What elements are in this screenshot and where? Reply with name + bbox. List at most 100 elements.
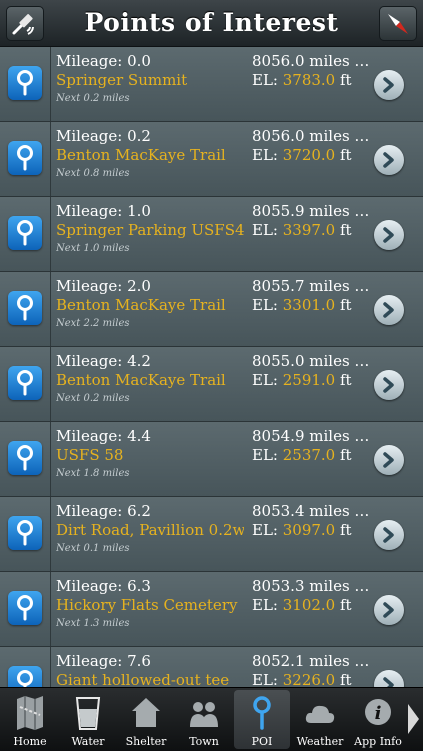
disclosure-button[interactable] (374, 220, 404, 250)
disclosure-button[interactable] (374, 70, 404, 100)
poi-name: Springer Summit (56, 71, 188, 89)
chevron-right-icon (383, 377, 394, 393)
poi-name: Hickory Flats Cemetery (56, 596, 238, 614)
poi-next-distance: Next 1.8 miles (56, 468, 130, 479)
poi-mileage: Mileage: 0.0 (56, 52, 151, 70)
poi-distance-away: 8054.9 miles away (252, 427, 376, 445)
poi-next-distance: Next 1.3 miles (56, 618, 130, 629)
elevation-unit: ft (335, 146, 352, 164)
poi-next-distance: Next 0.2 miles (56, 93, 130, 104)
poi-pin-icon (8, 366, 42, 400)
poi-next-distance: Next 1.0 miles (56, 243, 130, 254)
chevron-right-icon (383, 227, 394, 243)
poi-pin-icon (8, 141, 42, 175)
poi-distance-away: 8055.9 miles away (252, 202, 376, 220)
tab-home[interactable]: Home (2, 690, 58, 749)
poi-icon-cell (0, 647, 51, 687)
poi-pin-icon (8, 66, 42, 100)
disclosure-button[interactable] (374, 370, 404, 400)
poi-mileage: Mileage: 2.0 (56, 277, 151, 295)
tab-shelter[interactable]: Shelter (118, 690, 174, 749)
poi-row[interactable]: Mileage: 4.2 Benton MacKaye Trail Next 0… (0, 347, 423, 422)
poi-icon-cell (0, 422, 51, 496)
poi-row[interactable]: Mileage: 1.0 Springer Parking USFS42 Nex… (0, 197, 423, 272)
poi-pin-icon (8, 666, 42, 687)
elevation-value: 3097.0 (282, 521, 336, 539)
poi-pin-icon (8, 516, 42, 550)
tab-town[interactable]: Town (176, 690, 232, 749)
elevation-label: EL: (252, 146, 283, 164)
elevation-value: 2591.0 (282, 371, 336, 389)
elevation-value: 2537.0 (282, 446, 336, 464)
chevron-right-icon (383, 602, 394, 618)
disclosure-button[interactable] (374, 295, 404, 325)
disclosure-button[interactable] (374, 595, 404, 625)
elevation-label: EL: (252, 446, 283, 464)
poi-pin-icon (8, 216, 42, 250)
poi-distance-away: 8053.3 miles away (252, 577, 376, 595)
chevron-right-icon (383, 527, 394, 543)
elevation-unit: ft (335, 596, 352, 614)
poi-elevation: EL: 2591.0 ft (252, 371, 352, 389)
poi-row[interactable]: Mileage: 6.2 Dirt Road, Pavillion 0.2w N… (0, 497, 423, 572)
more-tabs-arrow-icon[interactable] (406, 702, 420, 736)
poi-name: Benton MacKaye Trail (56, 146, 226, 164)
elevation-label: EL: (252, 371, 283, 389)
tab-app-info[interactable]: i App Info (350, 690, 406, 749)
disclosure-button[interactable] (374, 670, 404, 687)
poi-icon-cell (0, 47, 51, 121)
poi-mileage: Mileage: 0.2 (56, 127, 151, 145)
poi-mileage: Mileage: 1.0 (56, 202, 151, 220)
elevation-label: EL: (252, 221, 283, 239)
disclosure-button[interactable] (374, 520, 404, 550)
poi-name: Benton MacKaye Trail (56, 371, 226, 389)
elevation-label: EL: (252, 296, 283, 314)
poi-row[interactable]: Mileage: 0.2 Benton MacKaye Trail Next 0… (0, 122, 423, 197)
poi-icon-cell (0, 572, 51, 646)
poi-row[interactable]: Mileage: 6.3 Hickory Flats Cemetery Next… (0, 572, 423, 647)
tab-poi[interactable]: POI (234, 690, 290, 749)
poi-mileage: Mileage: 7.6 (56, 652, 151, 670)
tab-label: Home (13, 735, 47, 748)
poi-elevation: EL: 3783.0 ft (252, 71, 352, 89)
elevation-label: EL: (252, 521, 283, 539)
svg-text:i: i (375, 703, 382, 724)
poi-row[interactable]: Mileage: 7.6 Giant hollowed-out tee 8052… (0, 647, 423, 687)
tab-label: Water (71, 735, 105, 748)
nav-bar: Points of Interest (0, 0, 423, 47)
elevation-unit: ft (335, 221, 352, 239)
chevron-right-icon (383, 677, 394, 687)
poi-icon-cell (0, 272, 51, 346)
disclosure-button[interactable] (374, 145, 404, 175)
poi-next-distance: Next 0.2 miles (56, 393, 130, 404)
poi-icon-cell (0, 497, 51, 571)
chevron-right-icon (383, 152, 394, 168)
elevation-unit: ft (335, 671, 352, 687)
poi-distance-away: 8056.0 miles away (252, 127, 376, 145)
chevron-right-icon (383, 302, 394, 318)
poi-row[interactable]: Mileage: 2.0 Benton MacKaye Trail Next 2… (0, 272, 423, 347)
disclosure-button[interactable] (374, 445, 404, 475)
poi-row[interactable]: Mileage: 4.4 USFS 58 Next 1.8 miles 8054… (0, 422, 423, 497)
compass-icon (388, 14, 408, 34)
poi-name: Benton MacKaye Trail (56, 296, 226, 314)
elevation-label: EL: (252, 671, 283, 687)
poi-name: USFS 58 (56, 446, 124, 464)
poi-icon-cell (0, 122, 51, 196)
poi-mileage: Mileage: 4.4 (56, 427, 151, 445)
compass-button[interactable] (379, 6, 417, 41)
tab-weather[interactable]: Weather (292, 690, 348, 749)
page-title: Points of Interest (84, 8, 339, 37)
poi-distance-away: 8056.0 miles away (252, 52, 376, 70)
tab-bar: Home Water Shelter Town POI Weather i App… (0, 687, 423, 751)
chevron-right-icon (383, 77, 394, 93)
poi-distance-away: 8055.0 miles away (252, 352, 376, 370)
poi-row[interactable]: Mileage: 0.0 Springer Summit Next 0.2 mi… (0, 47, 423, 122)
poi-next-distance: Next 2.2 miles (56, 318, 130, 329)
poi-next-distance: Next 0.8 miles (56, 168, 130, 179)
poi-elevation: EL: 3397.0 ft (252, 221, 352, 239)
poi-list[interactable]: Mileage: 0.0 Springer Summit Next 0.2 mi… (0, 47, 423, 687)
elevation-label: EL: (252, 71, 283, 89)
tab-water[interactable]: Water (60, 690, 116, 749)
elevation-value: 3783.0 (282, 71, 336, 89)
